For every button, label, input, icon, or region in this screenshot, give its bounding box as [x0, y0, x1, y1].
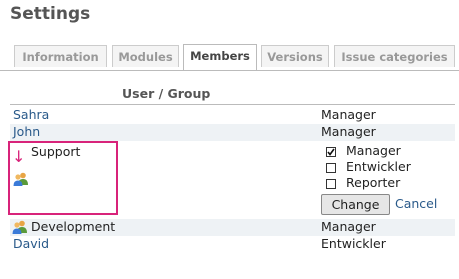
- table-row: Development Manager: [10, 219, 455, 236]
- role-label-entwickler: Entwickler: [346, 159, 411, 174]
- column-header-user-group: User / Group: [122, 86, 211, 101]
- member-link-john[interactable]: John: [13, 124, 40, 139]
- table-header: User / Group: [10, 84, 455, 105]
- member-role: Manager: [321, 219, 376, 234]
- group-icon: [12, 220, 28, 237]
- member-name-development: Development: [31, 219, 116, 234]
- page-title: Settings: [10, 4, 91, 24]
- tab-versions[interactable]: Versions: [261, 45, 329, 67]
- role-label-manager: Manager: [346, 143, 401, 158]
- change-button[interactable]: Change: [321, 194, 390, 215]
- member-role: Manager: [321, 124, 376, 139]
- tab-modules[interactable]: Modules: [112, 45, 179, 67]
- role-checkbox-manager[interactable]: [326, 147, 336, 157]
- table-row: David Entwickler: [10, 236, 455, 253]
- tab-members[interactable]: Members: [183, 44, 257, 70]
- tab-information[interactable]: Information: [14, 45, 107, 67]
- table-row: John Manager: [10, 124, 455, 141]
- member-role: Entwickler: [321, 236, 386, 251]
- tab-issue-categories[interactable]: Issue categories: [334, 45, 455, 67]
- member-role: Manager: [321, 107, 376, 122]
- role-checkbox-entwickler[interactable]: [326, 163, 336, 173]
- role-checkbox-reporter[interactable]: [326, 179, 336, 189]
- tab-bar: Information Modules Members Versions Iss…: [0, 44, 459, 71]
- group-icon: [13, 172, 29, 189]
- role-label-reporter: Reporter: [346, 175, 401, 190]
- down-arrow-icon: ↓: [12, 147, 26, 166]
- member-link-sahra[interactable]: Sahra: [13, 107, 49, 122]
- member-link-david[interactable]: David: [13, 236, 49, 251]
- cancel-link[interactable]: Cancel: [395, 196, 437, 211]
- table-row: Sahra Manager: [10, 107, 455, 124]
